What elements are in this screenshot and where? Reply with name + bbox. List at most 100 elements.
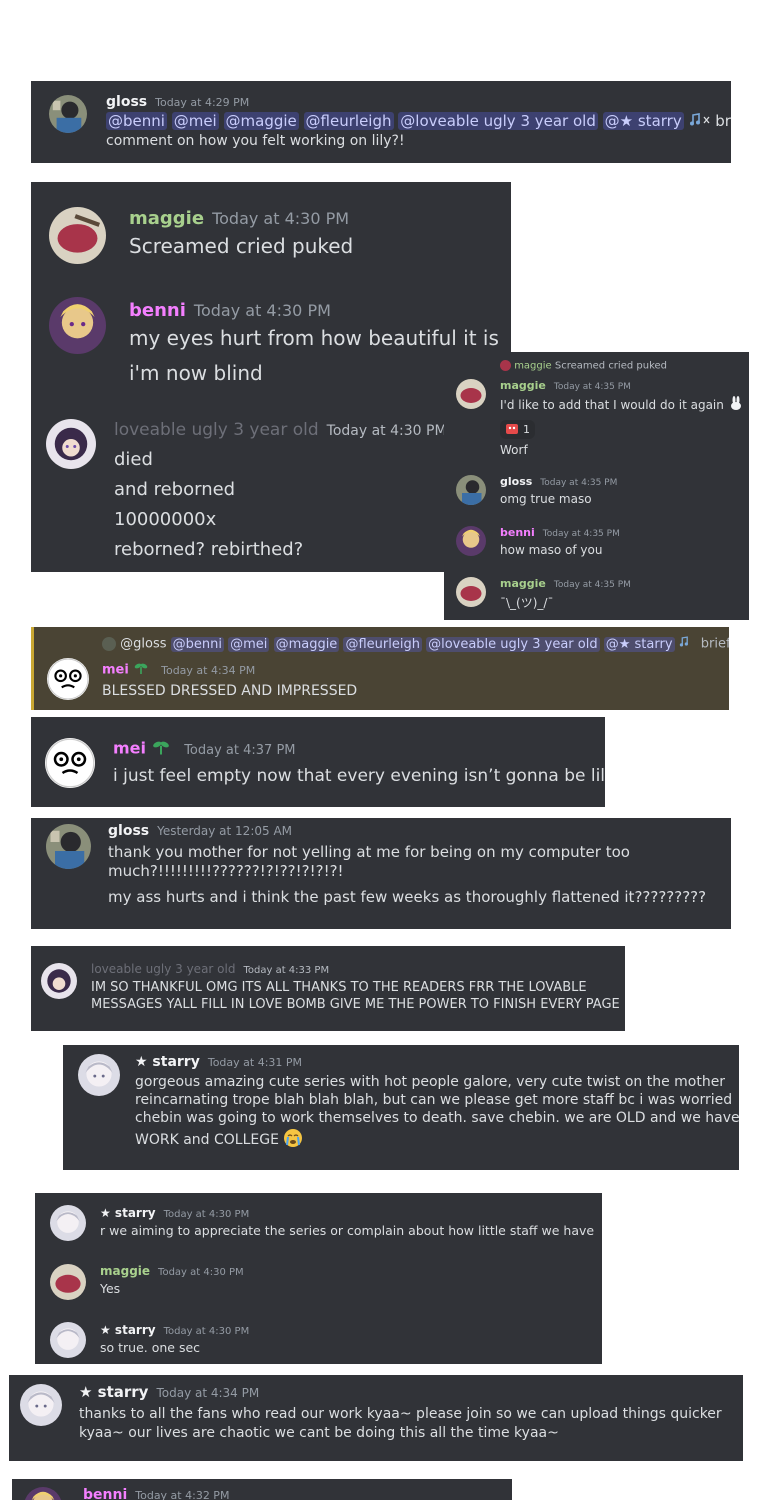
avatar-mei[interactable]	[45, 738, 95, 788]
message-text: Yes	[100, 1281, 121, 1296]
username-gloss[interactable]: gloss	[108, 823, 149, 839]
reply-preview-text[interactable]: Screamed cried puked	[555, 361, 667, 372]
music-notes-icon	[689, 112, 711, 131]
username-starry[interactable]: ★ starry	[100, 1206, 156, 1220]
username-loveable[interactable]: loveable ugly 3 year old	[91, 962, 235, 976]
mention-starry[interactable]: @★ starry	[603, 636, 675, 652]
message-text: gorgeous amazing cute series with hot pe…	[135, 1074, 726, 1090]
avatar-gloss[interactable]	[456, 475, 486, 505]
message-text: so true. one sec	[100, 1340, 201, 1355]
username-starry[interactable]: ★ starry	[79, 1383, 148, 1401]
message-text: comment on how you felt working on lily?…	[106, 132, 405, 149]
mention-loveable[interactable]: @loveable ugly 3 year old	[426, 636, 600, 652]
crying-emoji-icon	[283, 1128, 303, 1152]
avatar-gloss[interactable]	[49, 95, 87, 133]
avatar-gloss[interactable]	[46, 824, 91, 869]
message-text: chebin was going to work themselves to d…	[135, 1110, 739, 1126]
sprout-icon	[151, 738, 171, 760]
reply-username[interactable]: @gloss	[120, 637, 166, 652]
message-text: Screamed cried puked	[129, 234, 354, 258]
timestamp: Today at 4:30 PM	[158, 1267, 244, 1278]
message-card-mei-reply: @gloss @benni @mei @maggie @fleurleigh @…	[31, 627, 729, 710]
username-maggie[interactable]: maggie	[100, 1264, 150, 1278]
username-maggie[interactable]: maggie	[500, 577, 546, 590]
mention-mei[interactable]: @mei	[228, 636, 270, 652]
username-starry[interactable]: ★ starry	[100, 1323, 156, 1337]
mention-fleurleigh[interactable]: @fleurleigh	[303, 112, 394, 130]
avatar-loveable[interactable]	[41, 963, 77, 999]
username-gloss[interactable]: gloss	[500, 475, 532, 488]
avatar-mei[interactable]	[47, 658, 89, 700]
timestamp: Today at 4:31 PM	[207, 1056, 303, 1069]
bunny-emoji-icon	[728, 396, 744, 415]
mention-mei[interactable]: @mei	[171, 112, 219, 130]
timestamp: Today at 4:34 PM	[156, 1386, 260, 1400]
mention-maggie[interactable]: @maggie	[223, 112, 299, 130]
timestamp: Today at 4:35 PM	[553, 580, 631, 590]
timestamp: Today at 4:30 PM	[163, 1326, 250, 1337]
message-text: kyaa~ our lives are chaotic we cant be d…	[79, 1425, 559, 1441]
avatar-starry[interactable]	[50, 1322, 86, 1358]
timestamp: Today at 4:32 PM	[135, 1489, 230, 1500]
username-starry[interactable]: ★ starry	[135, 1054, 200, 1070]
avatar-maggie[interactable]	[456, 577, 486, 607]
avatar-starry[interactable]	[78, 1054, 120, 1096]
mention-maggie[interactable]: @maggie	[273, 636, 340, 652]
timestamp: Yesterday at 12:05 AM	[157, 824, 293, 838]
message-text: WORK and COLLEGE	[135, 1132, 279, 1148]
timestamp: Today at 4:35 PM	[542, 529, 620, 539]
mention-loveable[interactable]: @loveable ugly 3 year old	[398, 112, 598, 130]
message-text: and reborned	[114, 479, 236, 500]
mention-benni[interactable]: @benni	[106, 112, 167, 130]
reaction-count: 1	[523, 423, 530, 436]
message-text: 10000000x	[114, 509, 217, 530]
username-benni[interactable]: benni	[129, 300, 186, 321]
sprout-icon	[133, 661, 149, 679]
message-card-loveable-thanks: loveable ugly 3 year old Today at 4:33 PM…	[31, 946, 625, 1031]
message-text: thanks to all the fans who read our work…	[79, 1406, 722, 1422]
message-text: reborned? rebirthed?	[114, 539, 304, 560]
message-text: died	[114, 449, 153, 470]
timestamp: Today at 4:30 PM	[212, 209, 350, 228]
timestamp: Today at 4:34 PM	[161, 663, 256, 677]
message-text: i just feel empty now that every evening…	[113, 766, 605, 786]
message-text: thank you mother for not yelling at me f…	[108, 843, 630, 861]
avatar-starry[interactable]	[20, 1384, 62, 1426]
message-text: how maso of you	[500, 543, 603, 557]
avatar-benni[interactable]	[49, 297, 106, 354]
avatar-benni[interactable]	[24, 1487, 62, 1500]
mention-benni[interactable]: @benni	[170, 636, 224, 652]
message-text: MESSAGES YALL FILL IN LOVE BOMB GIVE ME …	[91, 997, 620, 1012]
mention-fleurleigh[interactable]: @fleurleigh	[343, 636, 422, 652]
avatar-maggie[interactable]	[456, 379, 486, 409]
avatar-benni[interactable]	[456, 526, 486, 556]
message-card-gloss-mentions: gloss Today at 4:29 PM @benni @mei @maggi…	[31, 81, 731, 163]
timestamp: Today at 4:33 PM	[243, 965, 330, 976]
timestamp: Today at 4:29 PM	[155, 96, 250, 109]
message-text: BLESSED DRESSED AND IMPRESSED	[102, 683, 358, 699]
username-loveable[interactable]: loveable ugly 3 year old	[114, 420, 319, 440]
mention-starry[interactable]: @★ starry	[602, 112, 684, 130]
timestamp: Today at 4:30 PM	[193, 301, 331, 320]
music-notes-icon	[679, 636, 697, 652]
avatar-maggie[interactable]	[50, 1264, 86, 1300]
username-maggie[interactable]: maggie	[500, 379, 546, 392]
message-card-staff: ★ starry Today at 4:30 PM r we aiming to …	[35, 1193, 602, 1364]
avatar-loveable[interactable]	[46, 419, 96, 469]
message-text: I'd like to add that I would do it again	[500, 398, 724, 412]
username-mei[interactable]: mei	[113, 739, 146, 758]
avatar-maggie[interactable]	[49, 207, 106, 264]
timestamp: Today at 4:35 PM	[540, 478, 618, 488]
reaction-chip[interactable]: 1	[500, 420, 535, 439]
username-mei[interactable]: mei	[102, 663, 129, 678]
username-benni[interactable]: benni	[500, 526, 535, 539]
message-text: reincarnating trope blah blah blah, but …	[135, 1092, 733, 1108]
username-gloss[interactable]: gloss	[106, 94, 147, 110]
message-text: omg true maso	[500, 492, 592, 506]
reply-preview-text[interactable]: brief co...	[701, 637, 729, 652]
reply-username[interactable]: maggie	[514, 361, 552, 372]
message-text: much?!!!!!!!!!??????!?!??!?!?!?!	[108, 862, 344, 880]
username-maggie[interactable]: maggie	[129, 208, 204, 229]
avatar-starry[interactable]	[50, 1205, 86, 1241]
username-benni[interactable]: benni	[83, 1487, 127, 1500]
